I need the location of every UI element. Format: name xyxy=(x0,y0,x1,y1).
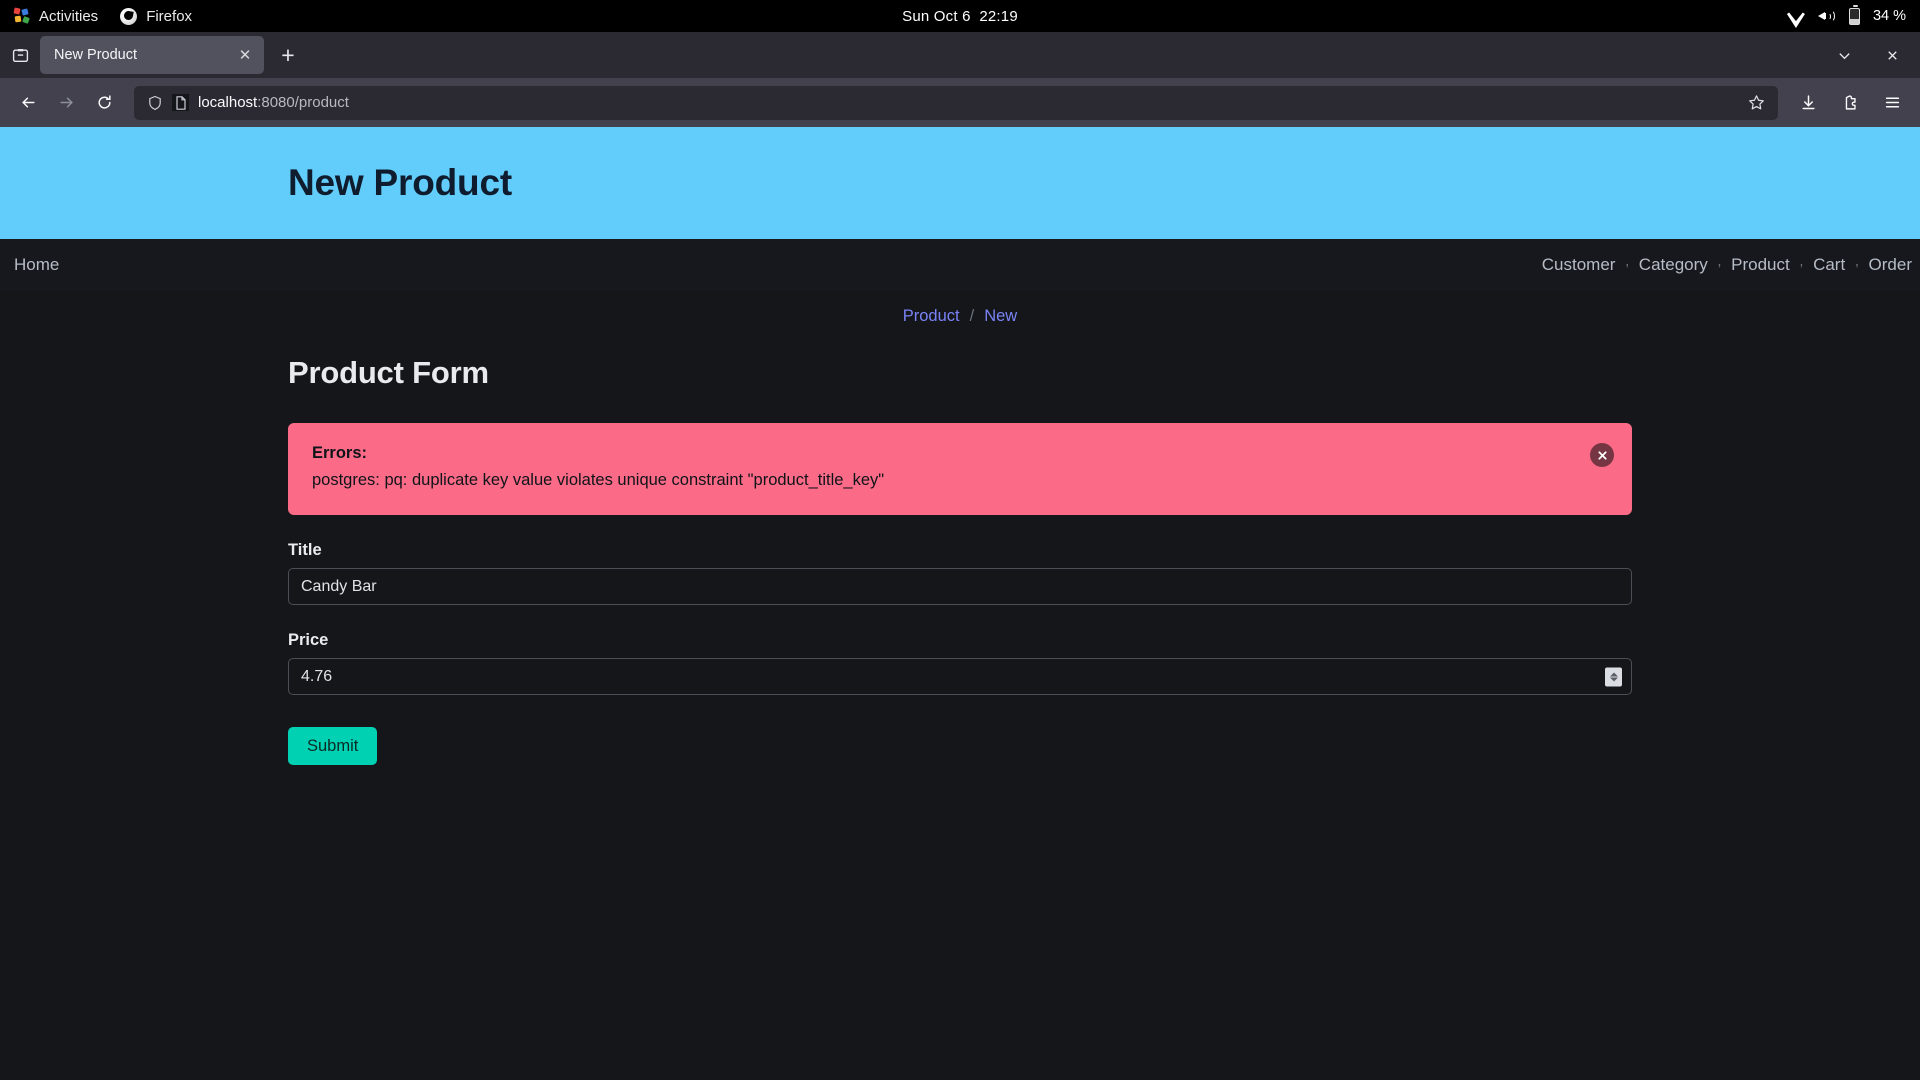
main-content: Product Form Errors: postgres: pq: dupli… xyxy=(0,355,1920,765)
bookmark-star-icon[interactable] xyxy=(1742,89,1770,117)
price-input[interactable] xyxy=(288,658,1632,695)
breadcrumb: Product / New xyxy=(0,307,1920,326)
window-controls xyxy=(1822,37,1914,73)
nav-separator: ’ xyxy=(1855,260,1859,278)
nav-separator: ’ xyxy=(1625,260,1629,278)
error-alert-title: Errors: xyxy=(312,444,368,462)
title-input-wrap xyxy=(288,568,1632,605)
breadcrumb-item-product[interactable]: Product xyxy=(903,307,960,326)
nav-item-cart[interactable]: Cart xyxy=(1805,255,1853,275)
nav-item-category[interactable]: Category xyxy=(1631,255,1716,275)
battery-percent-label: 34 % xyxy=(1872,8,1906,24)
nav-separator: ’ xyxy=(1799,260,1804,278)
browser-tab[interactable]: New Product ✕ xyxy=(40,36,264,74)
url-bar[interactable]: localhost:8080/product xyxy=(134,85,1778,120)
breadcrumb-separator: / xyxy=(969,307,975,325)
hero-banner: New Product xyxy=(0,127,1920,239)
activities-icon xyxy=(13,7,30,24)
breadcrumb-item-new[interactable]: New xyxy=(984,307,1017,326)
close-icon[interactable] xyxy=(1590,443,1614,467)
site-nav-links: Customer ’ Category ’ Product ’ Cart ’ O… xyxy=(1534,253,1920,278)
form-heading: Product Form xyxy=(288,355,489,390)
reload-icon[interactable] xyxy=(86,85,122,121)
tab-title: New Product xyxy=(54,47,138,63)
wifi-icon xyxy=(1787,9,1805,23)
browser-nav-bar: localhost:8080/product xyxy=(0,78,1920,127)
browser-tab-bar: New Product ✕ + xyxy=(0,32,1920,78)
os-top-bar-left: Activities Firefox xyxy=(0,7,193,25)
page-viewport: New Product Home Customer ’ Category ’ P… xyxy=(0,127,1920,1080)
error-alert-message: postgres: pq: duplicate key value violat… xyxy=(312,471,885,489)
price-field-label: Price xyxy=(288,631,329,649)
window-close-icon[interactable] xyxy=(1870,37,1914,73)
nav-item-customer[interactable]: Customer xyxy=(1534,255,1624,275)
url-path: :8080/product xyxy=(257,94,349,111)
page-icon xyxy=(172,94,189,111)
firefox-app-label: Firefox xyxy=(146,7,193,25)
nav-item-product[interactable]: Product xyxy=(1723,255,1798,275)
nav-item-order[interactable]: Order xyxy=(1861,255,1920,275)
activities-label: Activities xyxy=(39,7,99,25)
os-clock[interactable]: Sun Oct 6 22:19 xyxy=(902,8,1018,25)
new-tab-button[interactable]: + xyxy=(270,37,306,73)
error-alert: Errors: postgres: pq: duplicate key valu… xyxy=(288,423,1632,515)
os-top-bar: Activities Firefox Sun Oct 6 22:19 34 % xyxy=(0,0,1920,32)
price-input-wrap xyxy=(288,658,1632,695)
forward-icon[interactable] xyxy=(48,85,84,121)
volume-icon xyxy=(1817,9,1836,24)
url-text: localhost:8080/product xyxy=(198,94,1733,111)
firefox-icon xyxy=(120,7,138,25)
title-field-label: Title xyxy=(288,541,322,559)
submit-button[interactable]: Submit xyxy=(288,727,378,765)
nav-separator: ’ xyxy=(1717,260,1722,278)
window-minimize-icon[interactable] xyxy=(1822,37,1866,73)
back-icon[interactable] xyxy=(10,85,46,121)
url-host: localhost xyxy=(198,94,258,111)
nav-item-home[interactable]: Home xyxy=(14,255,59,275)
browser-toolbar-actions xyxy=(1790,85,1910,121)
firefox-app-menu[interactable]: Firefox xyxy=(120,7,193,25)
downloads-icon[interactable] xyxy=(1790,85,1826,121)
battery-icon xyxy=(1848,4,1860,25)
shield-icon xyxy=(146,94,163,111)
number-stepper-icon[interactable] xyxy=(1605,667,1622,686)
tab-close-icon[interactable]: ✕ xyxy=(234,44,256,66)
site-navbar: Home Customer ’ Category ’ Product ’ Car… xyxy=(0,239,1920,291)
app-menu-icon[interactable] xyxy=(1874,85,1910,121)
activities-button[interactable]: Activities xyxy=(13,7,99,25)
page-title: New Product xyxy=(288,162,512,203)
extensions-icon[interactable] xyxy=(1832,85,1868,121)
title-input[interactable] xyxy=(288,568,1632,605)
os-status-area[interactable]: 34 % xyxy=(1787,0,1906,32)
tab-list-icon[interactable] xyxy=(0,32,40,78)
